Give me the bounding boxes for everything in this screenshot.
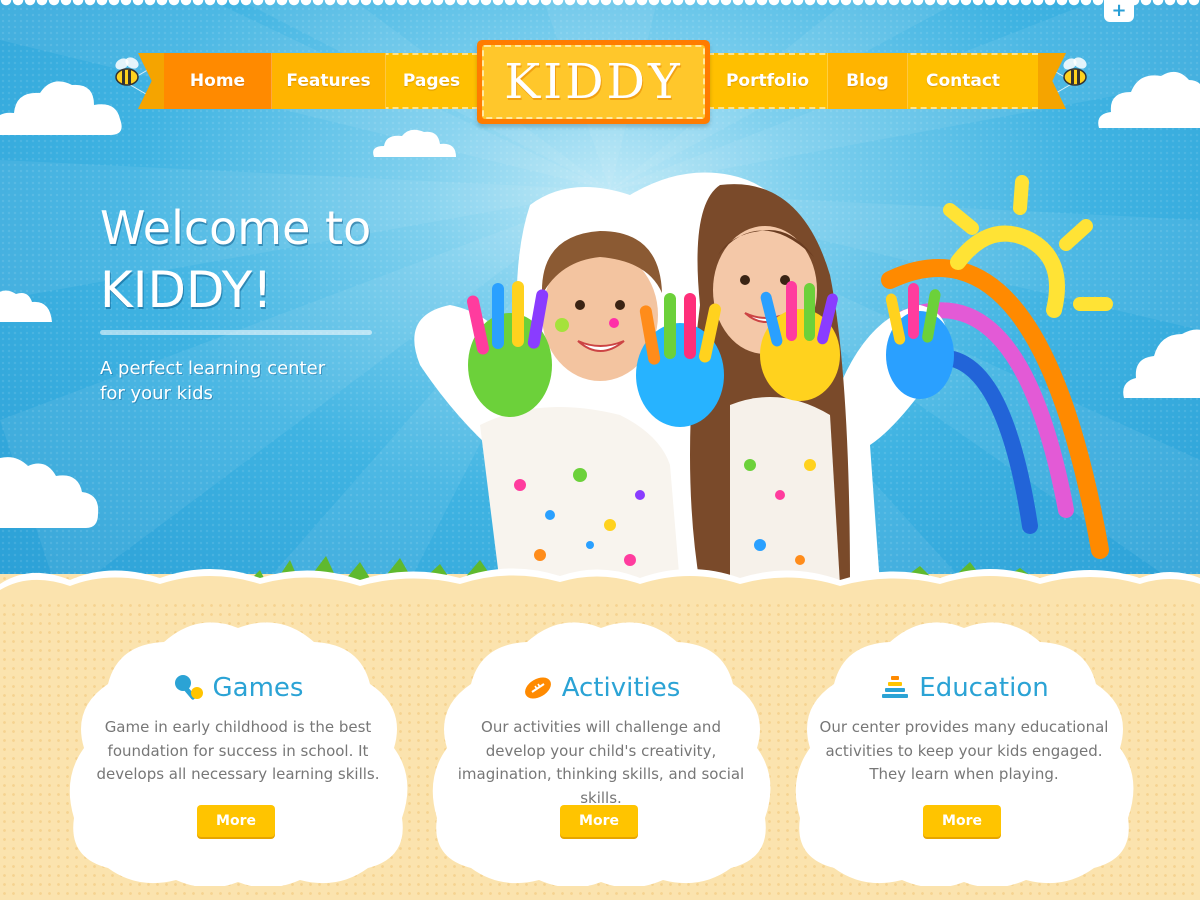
cloud: [0, 290, 52, 322]
feature-card-education: Education Our center provides many educa…: [794, 618, 1134, 886]
hero-tagline-line2: for your kids: [100, 383, 213, 404]
hero-title-line2: KIDDY!: [100, 261, 273, 319]
card-description: Our center provides many educational act…: [819, 718, 1109, 783]
cloud-edge-divider: [0, 568, 1200, 602]
more-button[interactable]: More: [923, 805, 1001, 837]
card-title-text: Games: [212, 673, 304, 703]
hero-tagline-line1: A perfect learning center: [100, 358, 326, 379]
hero-title: Welcome to KIDDY!: [100, 197, 420, 321]
card-title-text: Activities: [561, 673, 681, 703]
nav-item-features[interactable]: Features: [272, 53, 386, 109]
nav-item-pages[interactable]: Pages: [386, 53, 478, 109]
hero-divider: [100, 330, 372, 335]
more-button[interactable]: More: [560, 805, 638, 837]
cloud: [1123, 329, 1200, 398]
main-nav-left: Home Features Pages: [164, 53, 478, 109]
logo-text: KIDDY: [482, 45, 705, 119]
cloud: [0, 81, 122, 135]
card-description: Game in early childhood is the best foun…: [96, 718, 380, 783]
main-nav-right: Portfolio Blog Contact: [708, 53, 1018, 109]
cloud: [373, 129, 456, 157]
feature-card-activities: Activities Our activities will challenge…: [431, 618, 771, 886]
plus-icon[interactable]: +: [1104, 0, 1134, 22]
card-title: Activities: [431, 668, 771, 708]
bee-icon: [115, 57, 139, 86]
football-icon: [524, 677, 551, 699]
cloud: [0, 457, 99, 528]
hero-tagline: A perfect learning center for your kids: [100, 356, 380, 406]
cloud: [1098, 71, 1200, 128]
bee-icon: [1063, 57, 1087, 86]
more-button[interactable]: More: [197, 805, 275, 837]
hero-title-line1: Welcome to: [100, 201, 372, 255]
kids-painted-hands-photo: [414, 172, 954, 585]
nav-item-portfolio[interactable]: Portfolio: [708, 53, 828, 109]
pyramid-stack-icon: [882, 676, 909, 698]
nav-item-contact[interactable]: Contact: [908, 53, 1018, 109]
games-icon: [174, 675, 203, 700]
feature-card-games: Games Game in early childhood is the bes…: [68, 618, 408, 886]
scalloped-top-edge: [0, 0, 1200, 10]
card-title: Games: [68, 668, 408, 708]
site-logo[interactable]: KIDDY: [477, 40, 710, 124]
nav-item-blog[interactable]: Blog: [828, 53, 908, 109]
nav-item-home[interactable]: Home: [164, 53, 272, 109]
card-description: Our activities will challenge and develo…: [457, 718, 745, 807]
card-title-text: Education: [919, 673, 1049, 703]
card-title: Education: [794, 668, 1134, 708]
